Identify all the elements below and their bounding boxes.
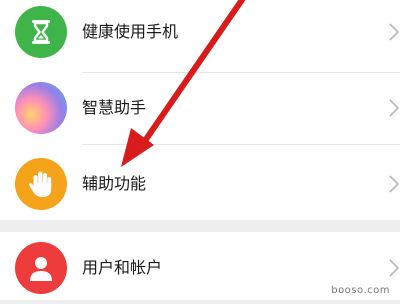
settings-item-label: 健康使用手机 [82, 22, 179, 41]
user-icon [15, 242, 67, 294]
gradient-orb-icon [15, 82, 67, 134]
settings-item-label: 智慧助手 [82, 98, 147, 117]
settings-item-accessibility[interactable]: 辅助功能 [0, 148, 400, 220]
chevron-right-icon [389, 99, 400, 117]
divider [82, 144, 400, 145]
settings-group-primary: 健康使用手机 智慧助手 辅助功能 [0, 0, 400, 220]
hand-icon [15, 158, 67, 210]
chevron-right-icon [389, 175, 400, 193]
settings-item-smart-assistant[interactable]: 智慧助手 [0, 72, 400, 144]
settings-item-healthy-usage[interactable]: 健康使用手机 [0, 0, 400, 68]
chevron-right-icon [389, 259, 400, 277]
watermark: booso.com [331, 285, 390, 296]
chevron-right-icon [389, 23, 400, 41]
hourglass-icon [15, 6, 67, 58]
settings-item-label: 用户和帐户 [82, 258, 163, 277]
settings-item-label: 辅助功能 [82, 174, 147, 193]
